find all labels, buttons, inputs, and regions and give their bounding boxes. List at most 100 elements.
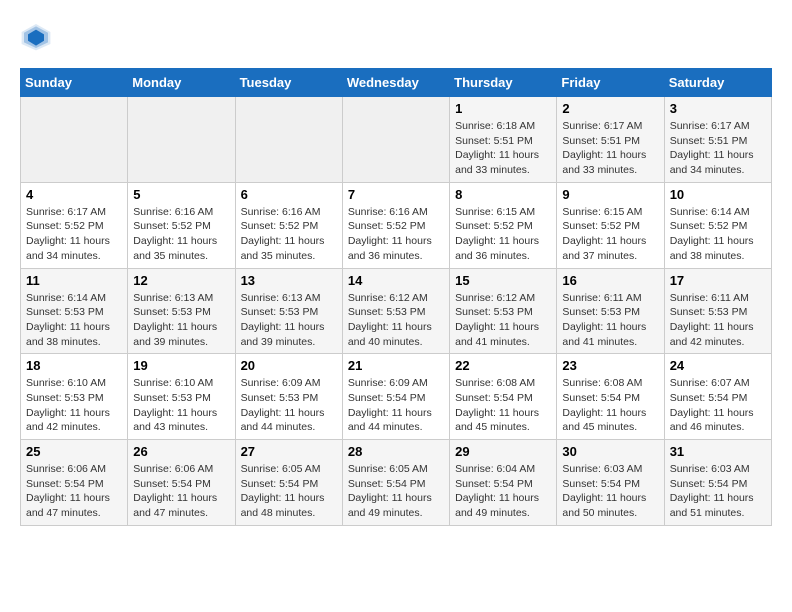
day-header-monday: Monday: [128, 69, 235, 97]
calendar-cell: 1 Sunrise: 6:18 AM Sunset: 5:51 PM Daylig…: [450, 97, 557, 183]
calendar-cell: 15Sunrise: 6:12 AM Sunset: 5:53 PM Dayli…: [450, 268, 557, 354]
day-number: 15: [455, 273, 551, 288]
calendar-cell: [342, 97, 449, 183]
day-number: 20: [241, 358, 337, 373]
day-number: 30: [562, 444, 658, 459]
day-number: 28: [348, 444, 444, 459]
calendar-cell: 22 Sunrise: 6:08 AM Sunset: 5:54 PM Dayli…: [450, 354, 557, 440]
day-info: Sunrise: 6:06 AM Sunset: 5:54 PM Dayligh…: [133, 462, 229, 521]
day-header-sunday: Sunday: [21, 69, 128, 97]
day-info: Sunrise: 6:04 AM Sunset: 5:54 PM Dayligh…: [455, 462, 551, 521]
calendar-cell: 10Sunrise: 6:14 AM Sunset: 5:52 PM Dayli…: [664, 182, 771, 268]
calendar-cell: 3 Sunrise: 6:17 AM Sunset: 5:51 PM Daylig…: [664, 97, 771, 183]
calendar-cell: [21, 97, 128, 183]
day-number: 5: [133, 187, 229, 202]
day-info: Sunrise: 6:09 AM Sunset: 5:54 PM Dayligh…: [348, 376, 444, 435]
calendar-week: 1 Sunrise: 6:18 AM Sunset: 5:51 PM Daylig…: [21, 97, 772, 183]
calendar-cell: 19Sunrise: 6:10 AM Sunset: 5:53 PM Dayli…: [128, 354, 235, 440]
day-number: 11: [26, 273, 122, 288]
calendar-cell: 5 Sunrise: 6:16 AM Sunset: 5:52 PM Daylig…: [128, 182, 235, 268]
day-number: 23: [562, 358, 658, 373]
calendar-cell: 11 Sunrise: 6:14 AM Sunset: 5:53 PM Dayli…: [21, 268, 128, 354]
day-info: Sunrise: 6:18 AM Sunset: 5:51 PM Dayligh…: [455, 119, 551, 178]
day-info: Sunrise: 6:12 AM Sunset: 5:53 PM Dayligh…: [348, 291, 444, 350]
day-info: Sunrise: 6:03 AM Sunset: 5:54 PM Dayligh…: [562, 462, 658, 521]
day-number: 21: [348, 358, 444, 373]
day-number: 24: [670, 358, 766, 373]
day-number: 1: [455, 101, 551, 116]
day-number: 4: [26, 187, 122, 202]
day-number: 12: [133, 273, 229, 288]
calendar-cell: 29 Sunrise: 6:04 AM Sunset: 5:54 PM Dayli…: [450, 440, 557, 526]
calendar-cell: [128, 97, 235, 183]
day-info: Sunrise: 6:13 AM Sunset: 5:53 PM Dayligh…: [241, 291, 337, 350]
day-number: 2: [562, 101, 658, 116]
calendar-cell: 6 Sunrise: 6:16 AM Sunset: 5:52 PM Daylig…: [235, 182, 342, 268]
day-info: Sunrise: 6:17 AM Sunset: 5:52 PM Dayligh…: [26, 205, 122, 264]
calendar-week: 4 Sunrise: 6:17 AM Sunset: 5:52 PM Daylig…: [21, 182, 772, 268]
day-number: 6: [241, 187, 337, 202]
day-info: Sunrise: 6:17 AM Sunset: 5:51 PM Dayligh…: [562, 119, 658, 178]
calendar-cell: 25Sunrise: 6:06 AM Sunset: 5:54 PM Dayli…: [21, 440, 128, 526]
calendar-cell: 12 Sunrise: 6:13 AM Sunset: 5:53 PM Dayli…: [128, 268, 235, 354]
day-info: Sunrise: 6:17 AM Sunset: 5:51 PM Dayligh…: [670, 119, 766, 178]
calendar-cell: 8Sunrise: 6:15 AM Sunset: 5:52 PM Daylig…: [450, 182, 557, 268]
day-number: 14: [348, 273, 444, 288]
page-header: [20, 20, 772, 52]
day-info: Sunrise: 6:16 AM Sunset: 5:52 PM Dayligh…: [348, 205, 444, 264]
day-info: Sunrise: 6:05 AM Sunset: 5:54 PM Dayligh…: [241, 462, 337, 521]
calendar-cell: 2 Sunrise: 6:17 AM Sunset: 5:51 PM Daylig…: [557, 97, 664, 183]
calendar-cell: 7 Sunrise: 6:16 AM Sunset: 5:52 PM Daylig…: [342, 182, 449, 268]
calendar-cell: 13Sunrise: 6:13 AM Sunset: 5:53 PM Dayli…: [235, 268, 342, 354]
day-info: Sunrise: 6:03 AM Sunset: 5:54 PM Dayligh…: [670, 462, 766, 521]
day-info: Sunrise: 6:08 AM Sunset: 5:54 PM Dayligh…: [455, 376, 551, 435]
day-number: 16: [562, 273, 658, 288]
logo-icon: [20, 20, 52, 52]
day-number: 31: [670, 444, 766, 459]
day-info: Sunrise: 6:14 AM Sunset: 5:53 PM Dayligh…: [26, 291, 122, 350]
calendar-cell: 31 Sunrise: 6:03 AM Sunset: 5:54 PM Dayli…: [664, 440, 771, 526]
day-info: Sunrise: 6:07 AM Sunset: 5:54 PM Dayligh…: [670, 376, 766, 435]
day-number: 7: [348, 187, 444, 202]
day-info: Sunrise: 6:16 AM Sunset: 5:52 PM Dayligh…: [133, 205, 229, 264]
day-number: 27: [241, 444, 337, 459]
calendar-cell: [235, 97, 342, 183]
day-number: 26: [133, 444, 229, 459]
calendar-cell: 26 Sunrise: 6:06 AM Sunset: 5:54 PM Dayli…: [128, 440, 235, 526]
day-info: Sunrise: 6:11 AM Sunset: 5:53 PM Dayligh…: [670, 291, 766, 350]
calendar-week: 25Sunrise: 6:06 AM Sunset: 5:54 PM Dayli…: [21, 440, 772, 526]
day-number: 22: [455, 358, 551, 373]
day-header-friday: Friday: [557, 69, 664, 97]
calendar-cell: 9 Sunrise: 6:15 AM Sunset: 5:52 PM Daylig…: [557, 182, 664, 268]
calendar-cell: 27 Sunrise: 6:05 AM Sunset: 5:54 PM Dayli…: [235, 440, 342, 526]
calendar-cell: 28Sunrise: 6:05 AM Sunset: 5:54 PM Dayli…: [342, 440, 449, 526]
day-number: 18: [26, 358, 122, 373]
day-info: Sunrise: 6:13 AM Sunset: 5:53 PM Dayligh…: [133, 291, 229, 350]
day-info: Sunrise: 6:16 AM Sunset: 5:52 PM Dayligh…: [241, 205, 337, 264]
day-info: Sunrise: 6:15 AM Sunset: 5:52 PM Dayligh…: [562, 205, 658, 264]
day-number: 3: [670, 101, 766, 116]
day-header-saturday: Saturday: [664, 69, 771, 97]
day-header-thursday: Thursday: [450, 69, 557, 97]
calendar-cell: 14 Sunrise: 6:12 AM Sunset: 5:53 PM Dayli…: [342, 268, 449, 354]
calendar-cell: 4 Sunrise: 6:17 AM Sunset: 5:52 PM Daylig…: [21, 182, 128, 268]
day-number: 19: [133, 358, 229, 373]
calendar-header: SundayMondayTuesdayWednesdayThursdayFrid…: [21, 69, 772, 97]
calendar-table: SundayMondayTuesdayWednesdayThursdayFrid…: [20, 68, 772, 526]
calendar-cell: 16 Sunrise: 6:11 AM Sunset: 5:53 PM Dayli…: [557, 268, 664, 354]
calendar-cell: 23Sunrise: 6:08 AM Sunset: 5:54 PM Dayli…: [557, 354, 664, 440]
calendar-cell: 20 Sunrise: 6:09 AM Sunset: 5:53 PM Dayli…: [235, 354, 342, 440]
calendar-cell: 30 Sunrise: 6:03 AM Sunset: 5:54 PM Dayli…: [557, 440, 664, 526]
day-number: 10: [670, 187, 766, 202]
day-number: 9: [562, 187, 658, 202]
day-info: Sunrise: 6:11 AM Sunset: 5:53 PM Dayligh…: [562, 291, 658, 350]
calendar-cell: 18Sunrise: 6:10 AM Sunset: 5:53 PM Dayli…: [21, 354, 128, 440]
calendar-body: 1 Sunrise: 6:18 AM Sunset: 5:51 PM Daylig…: [21, 97, 772, 526]
day-number: 17: [670, 273, 766, 288]
header-row: SundayMondayTuesdayWednesdayThursdayFrid…: [21, 69, 772, 97]
calendar-cell: 17 Sunrise: 6:11 AM Sunset: 5:53 PM Dayli…: [664, 268, 771, 354]
calendar-week: 11 Sunrise: 6:14 AM Sunset: 5:53 PM Dayli…: [21, 268, 772, 354]
day-info: Sunrise: 6:09 AM Sunset: 5:53 PM Dayligh…: [241, 376, 337, 435]
day-info: Sunrise: 6:15 AM Sunset: 5:52 PM Dayligh…: [455, 205, 551, 264]
day-number: 29: [455, 444, 551, 459]
